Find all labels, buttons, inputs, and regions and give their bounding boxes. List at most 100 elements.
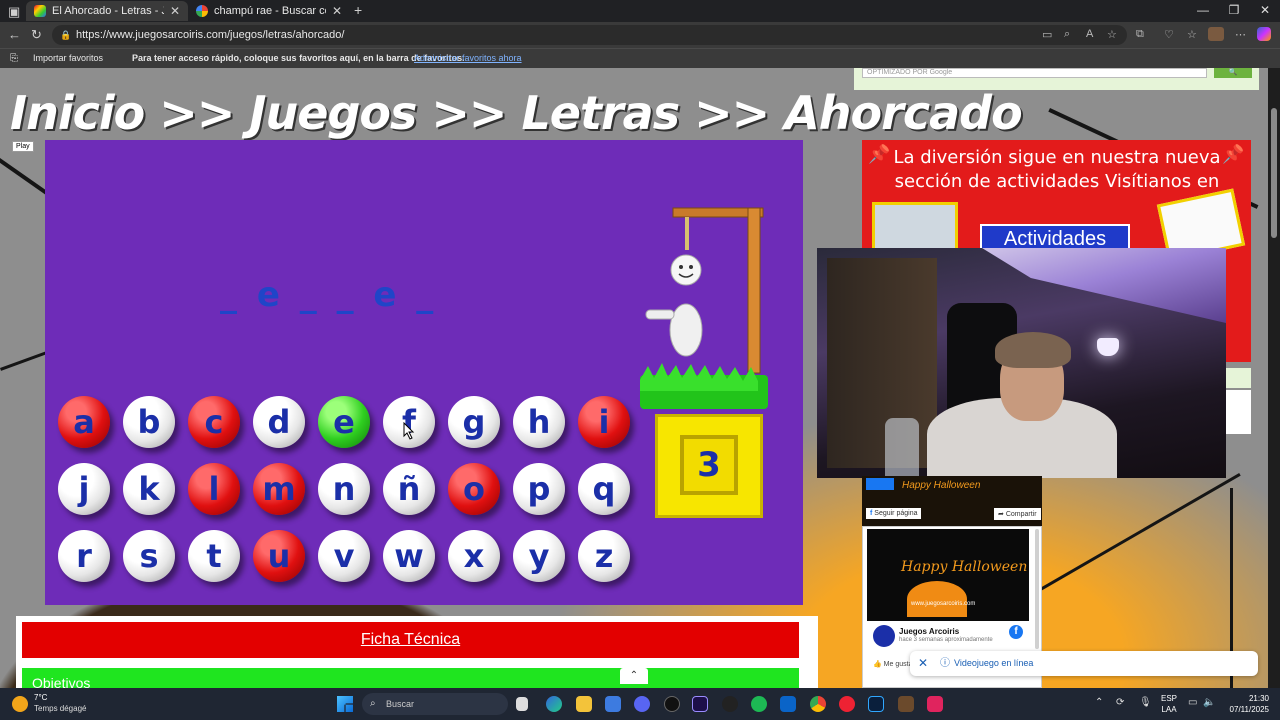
letter-button-u[interactable]: u <box>253 530 305 582</box>
minecraft-icon[interactable] <box>898 696 914 712</box>
restore-icon[interactable]: ❐ <box>1219 3 1249 17</box>
tab-actions-icon[interactable]: ▣ <box>8 4 20 20</box>
reader-icon[interactable]: ▭ <box>1042 28 1052 41</box>
letter-button-d[interactable]: d <box>253 396 305 448</box>
sync-icon[interactable]: ⟳ <box>1116 697 1124 708</box>
facebook-post-image[interactable]: Happy Halloween www.juegosarcoiris.com <box>867 529 1029 621</box>
page-scrollbar[interactable] <box>1268 68 1280 688</box>
letter-button-b[interactable]: b <box>123 396 175 448</box>
zoom-icon[interactable]: ⌕ <box>1064 28 1070 41</box>
minimize-icon[interactable]: — <box>1188 3 1218 17</box>
letter-button-w[interactable]: w <box>383 530 435 582</box>
photoshop-icon[interactable] <box>868 696 884 712</box>
scrollbar-thumb[interactable] <box>1271 108 1277 238</box>
site-search-input[interactable]: OPTIMIZADO POR Google <box>862 68 1207 78</box>
weather-description[interactable]: Temps dégagé <box>34 704 86 713</box>
browser-essentials-icon[interactable]: ♡ <box>1164 28 1174 41</box>
letter-button-x[interactable]: x <box>448 530 500 582</box>
letter-button-j[interactable]: j <box>58 463 110 515</box>
letter-button-k[interactable]: k <box>123 463 175 515</box>
volume-icon[interactable]: 🔈 <box>1203 697 1215 708</box>
language-indicator[interactable]: ESP LAA <box>1161 693 1177 715</box>
notification-toast[interactable]: ✕ ⓘ Videojuego en línea <box>910 651 1258 676</box>
letter-button-v[interactable]: v <box>318 530 370 582</box>
premiere-icon[interactable] <box>692 696 708 712</box>
weather-moon-icon[interactable] <box>12 696 28 712</box>
tab-ahorcado[interactable]: El Ahorcado - Letras - Juegos - Ju ✕ <box>26 1 188 21</box>
edge-icon[interactable] <box>546 696 562 712</box>
letter-button-p[interactable]: p <box>513 463 565 515</box>
close-tab-icon[interactable]: ✕ <box>170 4 180 18</box>
chevron-up-icon[interactable]: ⌃ <box>620 668 648 684</box>
close-window-icon[interactable]: ✕ <box>1250 3 1280 17</box>
back-icon[interactable]: ← <box>8 27 21 42</box>
file-explorer-icon[interactable] <box>576 696 592 712</box>
letter-button-l[interactable]: l <box>188 463 240 515</box>
read-aloud-icon[interactable]: A <box>1086 28 1093 40</box>
attempts-value: 3 <box>680 435 738 495</box>
monitor-icon[interactable]: ▭ <box>1188 697 1197 708</box>
like-button[interactable]: 👍 Me gusta <box>873 660 912 668</box>
copilot-icon[interactable] <box>1257 27 1271 41</box>
site-search-button[interactable]: 🔍 <box>1214 68 1252 78</box>
letter-button-i[interactable]: i <box>578 396 630 448</box>
more-menu-icon[interactable]: ⋯ <box>1235 28 1246 41</box>
favorites-icon[interactable]: ☆ <box>1187 28 1197 41</box>
letter-button-z[interactable]: z <box>578 530 630 582</box>
taskbar-search[interactable]: ⌕ Buscar <box>362 693 508 715</box>
page-name[interactable]: Juegos Arcoiris <box>899 627 959 636</box>
obs-icon[interactable] <box>722 696 738 712</box>
chrome-icon[interactable] <box>810 696 826 712</box>
letter-button-r[interactable]: r <box>58 530 110 582</box>
letter-button-o[interactable]: o <box>448 463 500 515</box>
windows-start-icon[interactable] <box>337 696 353 712</box>
letter-button-ñ[interactable]: ñ <box>383 463 435 515</box>
favorite-star-icon[interactable]: ☆ <box>1107 28 1117 41</box>
discord-icon[interactable] <box>634 696 650 712</box>
follow-page-button[interactable]: f Seguir página <box>866 508 922 519</box>
letter-button-m[interactable]: m <box>253 463 305 515</box>
letter-button-e[interactable]: e <box>318 396 370 448</box>
refresh-icon[interactable]: ↻ <box>31 27 42 43</box>
facebook-icon[interactable]: f <box>1009 625 1023 639</box>
weather-temp[interactable]: 7°C <box>34 693 47 702</box>
letter-button-h[interactable]: h <box>513 396 565 448</box>
letter-button-g[interactable]: g <box>448 396 500 448</box>
close-icon[interactable]: ✕ <box>918 651 928 676</box>
clock[interactable]: 21:30 07/11/2025 <box>1225 693 1269 715</box>
page-avatar[interactable] <box>873 625 895 647</box>
webcam-ceiling <box>982 248 1226 323</box>
app-icon[interactable] <box>839 696 855 712</box>
toast-text: Videojuego en línea <box>954 658 1034 668</box>
ficha-tecnica-link[interactable]: Ficha Técnica <box>22 622 799 658</box>
widget-scrollbar[interactable] <box>1035 529 1039 649</box>
letter-button-a[interactable]: a <box>58 396 110 448</box>
import-icon[interactable]: ⎘ <box>10 49 18 68</box>
letter-button-y[interactable]: y <box>513 530 565 582</box>
new-tab-icon[interactable]: + <box>354 2 362 18</box>
profile-avatar[interactable] <box>1208 27 1224 41</box>
url-input[interactable]: 🔒 https://www.juegosarcoiris.com/juegos/… <box>52 25 1127 45</box>
chevron-up-icon[interactable]: ⌃ <box>1095 697 1103 708</box>
extensions-icon[interactable]: ⧉ <box>1136 28 1144 41</box>
share-button[interactable]: ➦ Compartir <box>994 508 1041 520</box>
manage-favorites-link[interactable]: Administrar favoritos ahora <box>414 49 522 68</box>
info-icon: ⓘ <box>940 658 950 669</box>
letter-button-c[interactable]: c <box>188 396 240 448</box>
task-view-icon[interactable] <box>516 697 528 711</box>
import-favorites-link[interactable]: Importar favoritos <box>33 49 103 68</box>
close-tab-icon[interactable]: ✕ <box>332 4 342 18</box>
outlook-icon[interactable] <box>780 696 796 712</box>
objetivos-section[interactable]: Objetivos <box>22 668 799 688</box>
tab-google-search[interactable]: champú rae - Buscar con Google ✕ <box>188 1 350 21</box>
letter-button-t[interactable]: t <box>188 530 240 582</box>
letter-button-q[interactable]: q <box>578 463 630 515</box>
letter-button-s[interactable]: s <box>123 530 175 582</box>
spotify-icon[interactable] <box>751 696 767 712</box>
tiktok-icon[interactable] <box>927 696 943 712</box>
store-icon[interactable] <box>605 696 621 712</box>
play-badge[interactable]: Play <box>12 141 34 152</box>
app-icon[interactable] <box>664 696 680 712</box>
letter-button-n[interactable]: n <box>318 463 370 515</box>
microphone-icon[interactable]: 🎙 <box>1139 697 1152 708</box>
